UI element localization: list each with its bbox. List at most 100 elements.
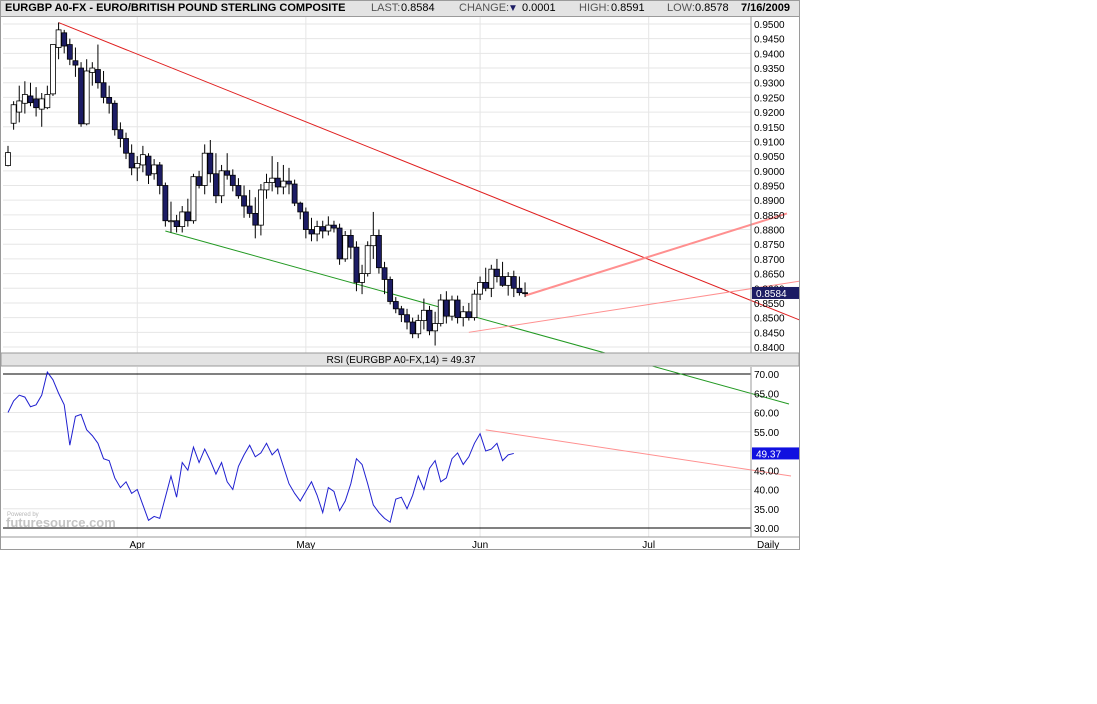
candles [5, 22, 528, 346]
candle-bull [83, 70, 90, 125]
candle-bear [404, 314, 410, 323]
price-tick-label: 0.9200 [754, 108, 785, 119]
candle-bear [72, 60, 79, 66]
price-tick-label: 0.9300 [754, 79, 785, 90]
price-tick-label: 0.8550 [754, 299, 785, 310]
candle-bear [286, 180, 292, 185]
candle-bear [252, 212, 259, 226]
price-axis: 0.9500 0.9450 0.9400 0.9350 0.9300 0.9250 0.92… [750, 17, 799, 354]
candle-bear [510, 276, 517, 289]
candle-bear [229, 174, 236, 186]
rsi-tick-label: 55.00 [754, 428, 779, 439]
price-tick-label: 0.8650 [754, 270, 785, 281]
candle-bear [302, 211, 309, 230]
candle-bear [184, 211, 191, 222]
candle-bear [494, 268, 500, 277]
price-tick-label: 0.8800 [754, 226, 785, 237]
price-tick-label: 0.9400 [754, 49, 785, 60]
candle-bear [162, 185, 169, 222]
candle-bear [241, 195, 247, 207]
candle-bear [409, 321, 416, 335]
chart-svg: 0.9500 0.9450 0.9400 0.9350 0.9300 0.9250 0.92… [1, 17, 799, 549]
x-tick-label: Jun [472, 540, 488, 549]
candle-bull [280, 180, 287, 188]
candle-bear [516, 287, 523, 294]
candle-bear [123, 138, 129, 154]
candle-bull [218, 170, 225, 197]
price-grid [3, 17, 751, 353]
candle-bear [291, 183, 298, 204]
rsi-title: RSI (EURGBP A0-FX,14) = 49.37 [326, 355, 475, 366]
candle-bull [89, 67, 96, 73]
rsi-tick-label: 65.00 [754, 389, 779, 400]
price-tick-label: 0.8950 [754, 182, 785, 193]
candle-bull [269, 177, 276, 183]
candle-bull [55, 29, 62, 48]
rsi-axis: 70.0065.0060.0055.0050.0045.0040.0035.00… [750, 367, 799, 537]
rsi-lines [7, 370, 792, 524]
candle-bear [454, 299, 461, 319]
candle-bear [128, 152, 135, 169]
candle-bear [173, 220, 180, 228]
candle-bear [522, 292, 528, 295]
candle-bear [106, 97, 113, 104]
candle-bear [336, 227, 343, 260]
candle-bear [376, 235, 382, 269]
rsi-grid [3, 367, 751, 537]
rsi-tick-label: 70.00 [754, 370, 779, 381]
candle-bear [95, 69, 101, 84]
price-tick-label: 0.8500 [754, 314, 785, 325]
candle-bear [207, 152, 214, 175]
candle-bull [16, 100, 23, 113]
candle-bull [179, 211, 186, 228]
price-tick-label: 0.9150 [754, 123, 785, 134]
candle-bear [426, 309, 433, 332]
candle-bull [325, 224, 332, 232]
candle-bull [50, 44, 56, 95]
candle-bull [359, 273, 365, 283]
price-tick-label: 0.9100 [754, 137, 785, 148]
candle-bear [331, 224, 337, 229]
candle-bull [134, 163, 141, 169]
rsi-tick-label: 35.00 [754, 505, 779, 516]
candle-bear [297, 202, 304, 213]
price-tick-label: 0.8700 [754, 255, 785, 266]
price-tick-label: 0.8450 [754, 328, 785, 339]
candle-bull [257, 189, 264, 226]
x-axis: Apr May Jun Jul Daily [1, 536, 799, 549]
candle-bull [38, 98, 45, 110]
candle-bear [66, 44, 73, 60]
price-tick-label: 0.9000 [754, 167, 785, 178]
rsi-trendline [485, 429, 792, 477]
candle-bear [213, 173, 219, 197]
price-tick-label: 0.9250 [754, 93, 785, 104]
candle-bull [364, 245, 371, 274]
rsi-tick-label: 40.00 [754, 486, 779, 497]
candle-bear [235, 185, 242, 197]
price-tick-label: 0.9350 [754, 64, 785, 75]
candle-bull [488, 268, 495, 289]
candle-bear [392, 301, 399, 310]
price-tick-label: 0.8850 [754, 211, 785, 222]
candle-bull [201, 152, 208, 186]
watermark-logo: futuresource.com [6, 515, 116, 530]
candle-bull [505, 276, 512, 286]
candle-bear [308, 229, 315, 235]
price-tick-label: 0.8750 [754, 240, 785, 251]
candle-bull [449, 299, 455, 317]
candle-bull [314, 226, 321, 235]
candle-bull [432, 323, 439, 332]
price-tick-label: 0.8900 [754, 196, 785, 207]
price-tick-label: 0.9500 [754, 20, 785, 31]
candle-bull [168, 220, 174, 223]
candle-bear [145, 155, 152, 176]
candle-bull [21, 94, 28, 104]
candle-bull [10, 104, 17, 124]
candle-bear [387, 279, 394, 302]
candle-bear [482, 281, 489, 289]
candle-bull [44, 94, 51, 109]
period-label: Daily [757, 540, 779, 549]
candle-bear [61, 32, 68, 47]
candle-bear [33, 98, 39, 109]
price-tick-label: 0.9450 [754, 35, 785, 46]
